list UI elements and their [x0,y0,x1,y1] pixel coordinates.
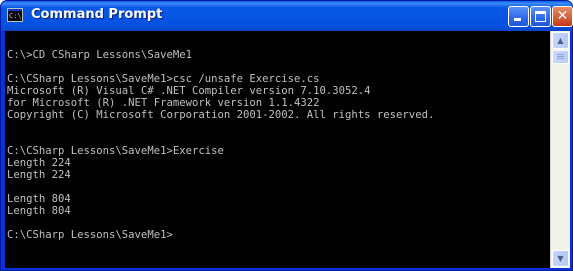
minimize-button[interactable] [508,6,529,27]
grip-icon [557,56,564,57]
scroll-down-button[interactable]: ▼ [552,250,569,267]
console-line: Microsoft (R) Visual C# .NET Compiler ve… [7,85,371,97]
icon-glyph: C:\ [9,12,22,20]
console-line: Length 224 [7,157,71,169]
minimize-icon [514,18,521,21]
grip-icon [557,58,564,59]
maximize-icon [535,11,546,22]
console-line: C:\CSharp Lessons\SaveMe1>Exercise [7,145,224,157]
grip-icon [557,54,564,55]
maximize-button[interactable] [530,6,551,27]
close-icon: ✕ [556,8,569,24]
window-title: Command Prompt [31,7,163,22]
console-output[interactable]: C:\>CD CSharp Lessons\SaveMe1 C:\CSharp L… [5,31,550,268]
command-prompt-window: C:\ Command Prompt ✕ C:\>CD CSharp Lesso… [0,0,573,271]
console-line: Copyright (C) Microsoft Corporation 2001… [7,109,435,121]
console-line: Length 804 [7,205,71,217]
vertical-scrollbar[interactable]: ▲ ▼ [550,31,570,268]
console-line: Length 224 [7,169,71,181]
scroll-down-icon: ▼ [557,254,564,263]
console-line: C:\>CD CSharp Lessons\SaveMe1 [7,49,192,61]
title-bar[interactable]: C:\ Command Prompt ✕ [1,1,573,31]
command-prompt-icon[interactable]: C:\ [7,8,23,22]
scroll-thumb[interactable] [552,50,569,64]
console-text: C:\>CD CSharp Lessons\SaveMe1 C:\CSharp L… [5,31,550,241]
console-line: C:\CSharp Lessons\SaveMe1> [7,229,173,241]
scroll-up-icon: ▲ [557,36,564,45]
scroll-up-button[interactable]: ▲ [552,32,569,49]
console-line: C:\CSharp Lessons\SaveMe1>csc /unsafe Ex… [7,73,320,85]
console-line: Length 804 [7,193,71,205]
console-line: for Microsoft (R) .NET Framework version… [7,97,320,109]
close-button[interactable]: ✕ [552,6,573,27]
